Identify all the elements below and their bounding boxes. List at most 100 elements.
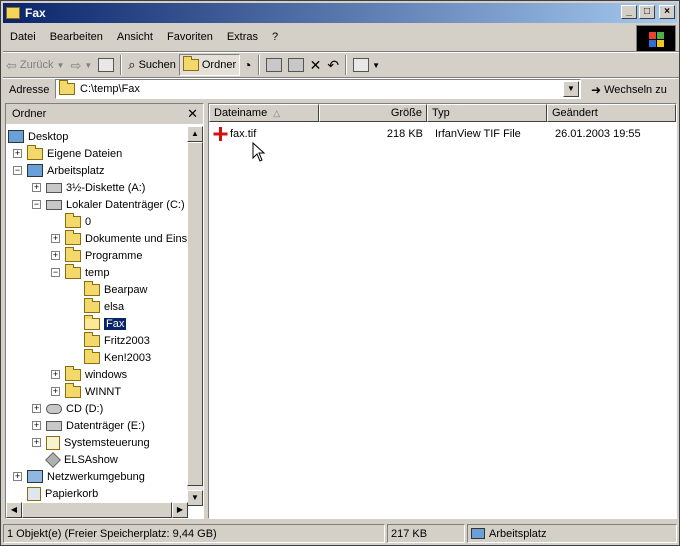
tree-horizontal-scrollbar[interactable]: ◀ ▶ [6,502,188,518]
tree-item-temp[interactable]: temp [65,263,110,281]
expand-button[interactable]: + [32,404,41,413]
tree-item-winnt[interactable]: WINNT [65,382,121,400]
title-bar[interactable]: Fax _ □ × [3,3,677,23]
scroll-thumb[interactable] [187,142,203,486]
collapse-button[interactable]: − [51,268,60,277]
tree-item-bearpaw[interactable]: Bearpaw [84,280,147,298]
tree-item-arbeitsplatz[interactable]: Arbeitsplatz [27,162,104,179]
go-label: Wechseln zu [604,84,667,96]
recycle-bin-icon [27,486,41,501]
forward-arrow-icon: ⇨ [70,57,82,73]
tree-item-ken2003[interactable]: Ken!2003 [84,348,151,366]
copy-to-icon [287,58,304,72]
collapse-button[interactable]: − [13,166,22,175]
folder-up-icon [98,58,115,72]
search-icon: ⌕ [128,57,136,72]
expand-button[interactable]: + [51,234,60,243]
column-header-size[interactable]: Größe [319,104,427,122]
expand-button[interactable]: + [32,183,41,192]
scroll-down-button[interactable]: ▼ [187,490,203,506]
close-button[interactable]: × [659,5,675,19]
tree-item-fritz2003[interactable]: Fritz2003 [84,331,150,349]
tree-item-label: CD (D:) [66,402,104,415]
tree-vertical-scrollbar[interactable]: ▲ ▼ [187,126,203,506]
column-header-modified[interactable]: Geändert [547,104,676,122]
tree-item-floppy-a[interactable]: 3½-Diskette (A:) [46,179,145,196]
search-button[interactable]: ⌕ Suchen [125,54,179,76]
collapse-button[interactable]: − [32,200,41,209]
expand-button[interactable]: + [13,149,22,158]
cube-icon [45,451,61,468]
tree-item-windows[interactable]: windows [65,365,127,383]
tree-item-elsashow[interactable]: ELSAshow [45,451,118,468]
menu-help[interactable]: ? [265,31,285,43]
menu-datei[interactable]: Datei [3,31,43,43]
tree-item-label: Fritz2003 [104,334,150,347]
back-button[interactable]: ⇦ Zurück ▼ [3,54,67,76]
expand-button[interactable]: + [51,387,60,396]
tree-item-label: Lokaler Datenträger (C:) [66,198,185,211]
scroll-thumb[interactable] [22,502,172,518]
column-header-label: Dateiname [214,107,268,119]
tree-item-label: temp [85,266,110,279]
tree-item-dokumente[interactable]: Dokumente und Einste [65,229,188,247]
status-location: Arbeitsplatz [467,524,677,543]
expand-button[interactable]: + [51,370,60,379]
toolbar-separator [345,55,348,75]
menu-ansicht[interactable]: Ansicht [110,31,160,43]
close-icon[interactable]: ✕ [187,106,198,122]
folder-icon [65,212,81,228]
history-button[interactable]: ◔ [240,54,254,76]
column-header-type[interactable]: Typ [427,104,547,122]
folder-tree-pane: Ordner ✕ Desktop + Eigene Dateien − Arbe… [5,103,204,519]
column-header-label: Geändert [552,107,598,119]
tree-item-netzwerkumgebung[interactable]: Netzwerkumgebung [27,468,145,485]
delete-x-icon: ✕ [309,56,322,73]
copy-to-button[interactable] [285,54,307,76]
toolbar-separator [120,55,123,75]
scroll-left-button[interactable]: ◀ [6,502,22,518]
tree-item-elsa[interactable]: elsa [84,297,124,315]
expand-button[interactable]: + [13,472,22,481]
views-button[interactable]: ▼ [350,54,383,76]
menu-extras[interactable]: Extras [220,31,265,43]
tree-item-label: 0 [85,215,92,228]
expand-button[interactable]: + [51,251,60,260]
tree-item-cd-d[interactable]: CD (D:) [46,400,103,417]
expand-button[interactable]: + [32,438,41,447]
move-to-button[interactable] [263,54,285,76]
forward-button[interactable]: ⇨ ▼ [67,54,95,76]
scroll-up-button[interactable]: ▲ [187,126,203,142]
tree-item-drive-e[interactable]: Datenträger (E:) [46,417,145,434]
up-button[interactable] [95,54,117,76]
address-field[interactable]: C:\temp\Fax ▼ [55,79,581,99]
folder-icon [59,80,75,95]
tree-item-desktop[interactable]: Desktop [8,128,68,145]
tree-item-papierkorb[interactable]: Papierkorb [27,485,98,502]
scroll-right-button[interactable]: ▶ [172,502,188,518]
expand-button[interactable]: + [32,421,41,430]
column-header-label: Größe [390,107,422,119]
tree-item-fax[interactable]: Fax [84,314,128,332]
history-icon: ◔ [243,57,252,73]
menu-bearbeiten[interactable]: Bearbeiten [43,31,110,43]
tree-item-0[interactable]: 0 [65,212,92,230]
delete-button[interactable]: ✕ [307,54,325,76]
folders-button[interactable]: Ordner [178,54,241,76]
minimize-button[interactable]: _ [621,5,637,19]
tree-item-eigene-dateien[interactable]: Eigene Dateien [27,144,122,162]
floppy-icon [46,182,62,193]
go-button[interactable]: ➜ Wechseln zu [591,80,667,100]
undo-button[interactable]: ↶ [324,54,342,76]
tree-item-systemsteuerung[interactable]: Systemsteuerung [46,434,150,451]
tree-item-programme[interactable]: Programme [65,246,142,264]
maximize-button[interactable]: □ [639,5,655,19]
folder-open-icon [84,314,100,330]
file-row[interactable]: fax.tif 218 KB IrfanView TIF File 26.01.… [213,126,673,142]
window-controls: _ □ × [621,5,675,19]
tree-item-drive-c[interactable]: Lokaler Datenträger (C:) [46,196,185,213]
desktop-icon [8,130,24,143]
address-dropdown-button[interactable]: ▼ [563,81,579,97]
menu-favoriten[interactable]: Favoriten [160,31,220,43]
column-header-name[interactable]: Dateiname △ [209,104,319,122]
